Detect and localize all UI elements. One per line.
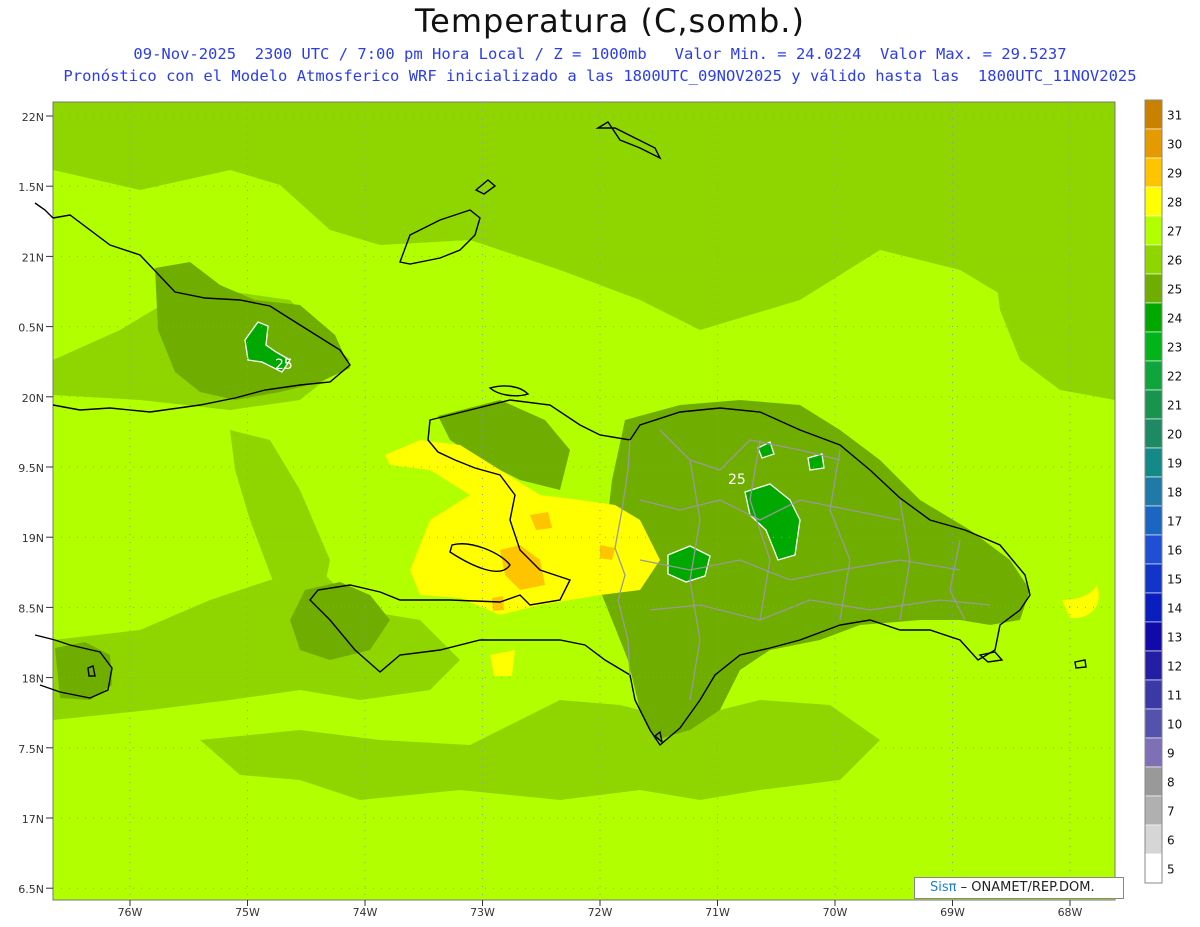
colorbar-swatch [1144,563,1163,594]
colorbar-swatch [1144,534,1163,565]
colorbar-swatch [1144,766,1163,797]
colorbar-label: 22 [1167,370,1182,384]
colorbar-swatch [1144,389,1163,420]
field-band-29 [492,596,504,611]
longitude-axis: 76W 75W 74W 73W 72W 71W 70W 69W 68W [118,900,1083,919]
colorbar-swatch [1144,128,1163,159]
temperature-field [53,102,1115,900]
lat-label: 19N [22,532,44,545]
colorbar-label: 5 [1167,863,1175,877]
colorbar-label: 17 [1167,515,1182,529]
colorbar-label: 21 [1167,399,1182,413]
temperature-map: 25 25 22N 1.5N 21N 0.5N 20N 9.5N 19N 8.5N 18N 7.5… [18,99,1182,919]
coastline-cuba-west [34,202,54,219]
colorbar-swatch [1144,853,1163,884]
lon-label: 71W [705,906,730,919]
sispi-logo: Sisπ [930,880,957,895]
colorbar-label: 7 [1167,805,1175,819]
colorbar-swatch [1144,99,1163,130]
lon-label: 75W [235,906,260,919]
colorbar-label: 8 [1167,776,1175,790]
lon-label: 72W [588,906,613,919]
colorbar-label: 15 [1167,573,1182,587]
colorbar-label: 12 [1167,660,1182,674]
contour-label: 25 [728,472,746,488]
credit-box: Sisπ – ONAMET/REP.DOM. [914,877,1124,899]
colorbar-label: 6 [1167,834,1175,848]
lat-label: 6.5N [18,883,44,896]
colorbar-label: 11 [1167,689,1182,703]
colorbar-label: 31 [1167,109,1182,123]
colorbar-swatch [1144,824,1163,855]
contour-label: 25 [275,357,293,373]
lat-label: 1.5N [18,181,44,194]
colorbar-swatch [1144,157,1163,188]
colorbar-label: 26 [1167,254,1182,268]
colorbar-swatch [1144,621,1163,652]
lat-label: 18N [22,673,44,686]
colorbar-swatch [1144,418,1163,449]
colorbar-label: 30 [1167,138,1182,152]
colorbar-swatch [1144,476,1163,507]
lon-label: 76W [118,906,143,919]
credit-separator: – [960,880,972,895]
colorbar-swatch [1144,360,1163,391]
colorbar-swatch [1144,302,1163,333]
latitude-axis: 22N 1.5N 21N 0.5N 20N 9.5N 19N 8.5N 18N 7.5N 17N 6.… [18,111,53,896]
lon-label: 74W [353,906,378,919]
lon-label: 73W [470,906,495,919]
lat-label: 21N [22,251,44,264]
lat-label: 20N [22,392,44,405]
colorbar-swatch [1144,505,1163,536]
credit-text: ONAMET/REP.DOM. [971,880,1095,895]
colorbar-label: 27 [1167,225,1182,239]
colorbar-swatch [1144,592,1163,623]
colorbar-swatch [1144,737,1163,768]
lat-label: 0.5N [18,322,44,335]
colorbar-label: 29 [1167,167,1182,181]
colorbar-label: 13 [1167,631,1182,645]
colorbar-label: 14 [1167,602,1182,616]
colorbar-label: 10 [1167,718,1182,732]
colorbar: 31 30 29 28 27 26 25 24 23 22 21 20 19 18 17 16 15 14 13 12… [1144,99,1182,884]
colorbar-swatch [1144,650,1163,681]
colorbar-label: 18 [1167,486,1182,500]
lon-label: 70W [823,906,848,919]
colorbar-label: 20 [1167,428,1182,442]
colorbar-label: 9 [1167,747,1175,761]
colorbar-swatch [1144,679,1163,710]
colorbar-swatch [1144,186,1163,217]
colorbar-swatch [1144,447,1163,478]
lat-label: 17N [22,813,44,826]
colorbar-swatch [1144,331,1163,362]
colorbar-label: 23 [1167,341,1182,355]
colorbar-swatch [1144,708,1163,739]
lat-label: 22N [22,111,44,124]
lon-label: 69W [940,906,965,919]
colorbar-swatch [1144,795,1163,826]
lat-label: 7.5N [18,743,44,756]
colorbar-label: 28 [1167,196,1182,210]
lat-label: 9.5N [18,462,44,475]
colorbar-label: 16 [1167,544,1182,558]
lon-label: 68W [1058,906,1083,919]
colorbar-label: 25 [1167,283,1182,297]
colorbar-swatch [1144,244,1163,275]
colorbar-swatch [1144,273,1163,304]
lat-label: 8.5N [18,602,44,615]
colorbar-swatch [1144,215,1163,246]
colorbar-label: 24 [1167,312,1182,326]
colorbar-label: 19 [1167,457,1182,471]
